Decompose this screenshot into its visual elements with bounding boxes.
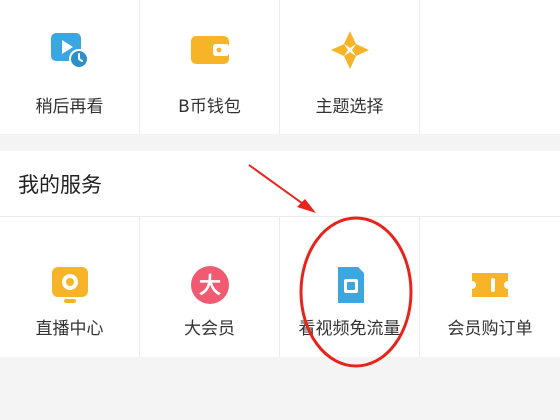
- watch-later-label: 稍后再看: [35, 97, 104, 117]
- empty-tile: [420, 0, 560, 134]
- wallet-icon: [190, 36, 229, 64]
- theme-label: 主题选择: [315, 97, 384, 117]
- order-label: 会员购订单: [447, 319, 533, 339]
- top-grid: 稍后再看 B币钱包 主题选择: [0, 0, 560, 134]
- my-services-header: 我的服务: [0, 151, 560, 217]
- theme-icon: [330, 31, 369, 69]
- section-title: 我的服务: [18, 173, 102, 197]
- order-tile[interactable]: 会员购订单: [420, 217, 560, 357]
- live-center-label: 直播中心: [35, 319, 104, 339]
- live-center-icon: [51, 267, 88, 303]
- wallet-label: B币钱包: [178, 97, 241, 117]
- vip-tile[interactable]: 大 大会员: [140, 217, 280, 357]
- free-data-tile[interactable]: 看视频免流量: [280, 217, 420, 357]
- theme-tile[interactable]: 主题选择: [280, 0, 420, 134]
- free-data-label: 看视频免流量: [298, 319, 401, 339]
- sim-card-icon: [337, 267, 364, 303]
- services-grid: 直播中心 大 大会员 看视频免流量 会员购订单: [0, 217, 560, 357]
- ticket-icon: [472, 273, 508, 297]
- wallet-tile[interactable]: B币钱包: [140, 0, 280, 134]
- vip-icon: 大: [190, 266, 229, 304]
- svg-text:大: 大: [198, 274, 220, 299]
- vip-label: 大会员: [184, 319, 235, 339]
- watch-later-tile[interactable]: 稍后再看: [0, 0, 140, 134]
- live-center-tile[interactable]: 直播中心: [0, 217, 140, 357]
- watch-later-icon: [50, 33, 89, 69]
